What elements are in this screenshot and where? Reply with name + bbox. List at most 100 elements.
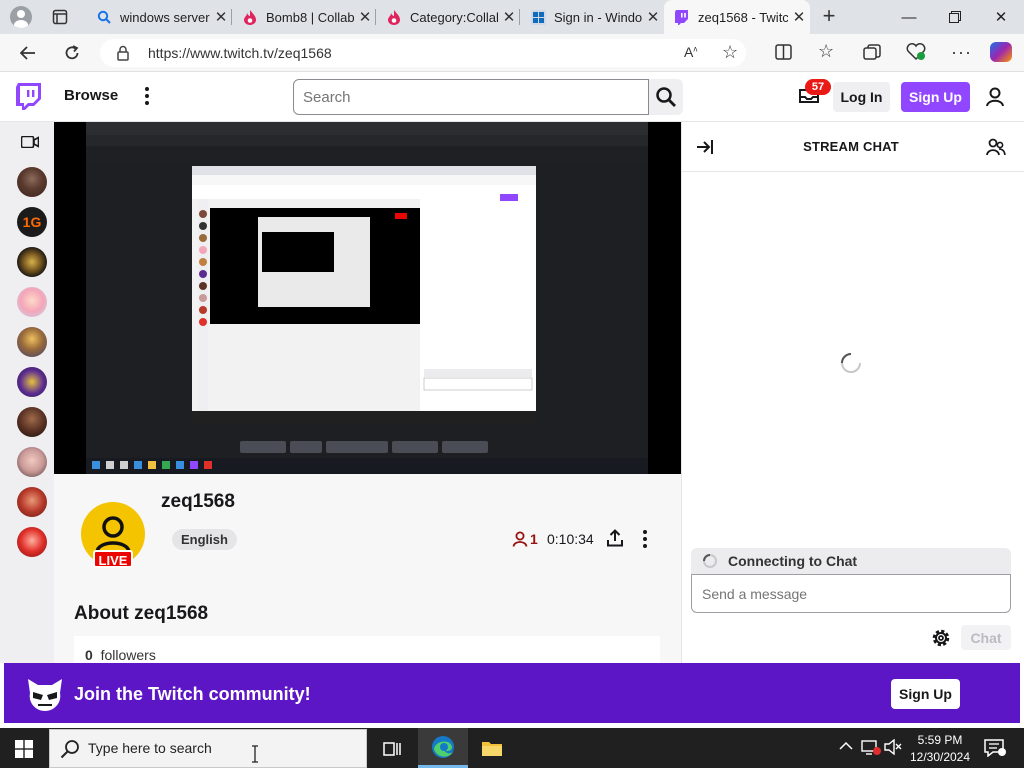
video-player[interactable] [54, 122, 681, 474]
site-info-icon[interactable] [117, 45, 129, 61]
copilot-icon[interactable] [990, 42, 1012, 62]
connecting-spinner-icon [702, 553, 718, 569]
chat-title: STREAM CHAT [803, 139, 899, 154]
community-icon[interactable] [986, 138, 1006, 156]
login-button[interactable]: Log In [833, 82, 890, 112]
fandom-icon [386, 9, 402, 25]
channel-avatar-8[interactable] [17, 447, 47, 477]
tab-title: windows server [120, 9, 210, 25]
taskbar-search-placeholder: Type here to search [88, 740, 212, 756]
close-window-icon[interactable]: ✕ [978, 0, 1024, 34]
channel-avatar-7[interactable] [17, 407, 47, 437]
tab-title: zeq1568 - Twitc [698, 9, 788, 25]
tab-title: Category:Collab [410, 9, 498, 25]
channel-avatar-10[interactable] [17, 527, 47, 557]
start-icon[interactable] [15, 740, 33, 758]
chat-send-button[interactable]: Chat [961, 625, 1011, 650]
browser-tab-4[interactable]: Sign in - Windo ✕ [520, 0, 664, 34]
search-icon [96, 9, 112, 25]
taskbar-clock[interactable]: 5:59 PM 12/30/2024 [900, 732, 980, 766]
notification-badge: 57 [805, 79, 831, 95]
taskbar-search-icon [60, 739, 80, 759]
banner-text: Join the Twitch community! [74, 684, 311, 704]
refresh-icon[interactable] [58, 39, 86, 67]
about-panel [74, 636, 660, 663]
channel-avatar-1[interactable] [17, 167, 47, 197]
viewer-icon [512, 531, 528, 547]
clock-time: 5:59 PM [917, 733, 963, 747]
browser-essentials-icon[interactable] [906, 43, 926, 61]
connecting-status-text: Connecting to Chat [728, 553, 858, 569]
task-view-icon[interactable] [383, 740, 401, 758]
minimize-icon[interactable]: — [886, 0, 932, 34]
chat-message-input[interactable] [691, 574, 1011, 613]
more-options-icon[interactable]: ··· [951, 42, 972, 63]
followers-label: followers [100, 647, 156, 663]
channel-avatar-6[interactable] [17, 367, 47, 397]
collections-icon[interactable] [863, 44, 881, 60]
live-badge: LIVE [93, 550, 133, 568]
user-menu-icon[interactable] [985, 87, 1005, 107]
url-text[interactable]: https://www.twitch.tv/zeq1568 [148, 45, 332, 61]
twitch-logo-icon[interactable] [16, 83, 42, 111]
stream-uptime: 0:10:34 [547, 531, 594, 547]
channel-avatar-9[interactable] [17, 487, 47, 517]
favorite-star-icon[interactable]: ☆ [722, 42, 738, 63]
browser-tab-5-active[interactable]: zeq1568 - Twitc ✕ [664, 0, 810, 34]
read-aloud-icon[interactable]: Aʌ [684, 44, 697, 60]
network-icon[interactable] [861, 739, 881, 755]
clock-date: 12/30/2024 [909, 750, 971, 764]
about-heading: About zeq1568 [74, 603, 209, 624]
more-menu-icon[interactable] [143, 86, 151, 106]
browse-link[interactable]: Browse [64, 87, 118, 104]
default-user-icon [95, 516, 131, 554]
split-screen-icon[interactable] [775, 44, 792, 60]
restore-icon[interactable] [932, 0, 978, 34]
share-icon[interactable] [606, 529, 624, 547]
twitch-icon [674, 9, 690, 25]
banner-signup-button[interactable]: Sign Up [891, 679, 960, 709]
channel-more-icon[interactable] [641, 529, 649, 549]
channel-avatar-4[interactable] [17, 287, 47, 317]
text-cursor-icon [251, 745, 259, 763]
notifications-icon[interactable] [984, 739, 1006, 757]
file-explorer-icon[interactable] [481, 739, 503, 757]
stream-video-frame [86, 122, 648, 474]
browser-tab-2[interactable]: Bomb8 | Collab ✕ [232, 0, 376, 34]
channel-avatar-5[interactable] [17, 327, 47, 357]
back-icon[interactable] [14, 39, 42, 67]
windows-icon [530, 9, 546, 25]
tab-actions-icon[interactable] [52, 9, 68, 25]
channel-avatar-2[interactable]: 1G [17, 207, 47, 237]
tab-title: Bomb8 | Collab [266, 9, 354, 25]
edge-taskbar-icon[interactable] [418, 728, 468, 768]
signup-button[interactable]: Sign Up [901, 82, 970, 112]
camera-icon [21, 136, 39, 148]
followers-count: 0 followers [85, 647, 156, 663]
chat-settings-icon[interactable] [931, 628, 951, 648]
fandom-icon [242, 9, 258, 25]
notification-dot [998, 748, 1006, 756]
tab-title: Sign in - Windo [554, 9, 642, 25]
close-tab-icon[interactable]: ✕ [354, 8, 376, 26]
show-hidden-icons-icon[interactable] [839, 741, 853, 751]
close-tab-icon[interactable]: ✕ [210, 8, 232, 26]
followers-number: 0 [85, 647, 93, 663]
close-tab-icon[interactable]: ✕ [498, 8, 520, 26]
channel-info-panel [54, 474, 681, 663]
search-input[interactable] [293, 79, 649, 115]
glitch-mascot-icon [24, 675, 66, 715]
new-tab-icon[interactable]: + [818, 5, 840, 28]
favorites-icon[interactable]: ☆ [818, 41, 834, 62]
profile-icon[interactable] [10, 6, 32, 28]
channel-avatar-3[interactable] [17, 247, 47, 277]
language-tag[interactable]: English [172, 529, 237, 550]
close-tab-icon[interactable]: ✕ [788, 8, 810, 26]
loading-spinner-icon [840, 352, 862, 374]
browser-tab-1[interactable]: windows server ✕ [86, 0, 232, 34]
search-button[interactable] [649, 79, 683, 115]
browser-tab-3[interactable]: Category:Collab ✕ [376, 0, 520, 34]
viewer-count: 1 [530, 531, 538, 547]
close-tab-icon[interactable]: ✕ [642, 8, 664, 26]
channel-name[interactable]: zeq1568 [161, 491, 235, 513]
